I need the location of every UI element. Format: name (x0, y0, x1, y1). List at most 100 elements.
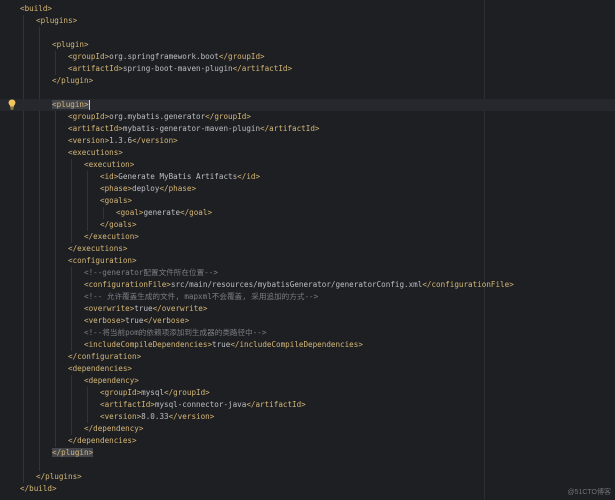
code-line[interactable]: <!--将当前pom的依赖项添加到生成器的类路径中--> (0, 327, 615, 339)
code-line[interactable]: <groupId>mysql</groupId> (0, 387, 615, 399)
code-line[interactable]: </dependency> (0, 423, 615, 435)
code-line[interactable]: <build> (0, 3, 615, 15)
code-line-content: </execution> (84, 231, 139, 243)
code-line[interactable]: <artifactId>mysql-connector-java</artifa… (0, 399, 615, 411)
code-line[interactable]: <verbose>true</verbose> (0, 315, 615, 327)
code-line-content: <executions> (68, 147, 123, 159)
code-line-content: <artifactId>mybatis-generator-maven-plug… (68, 123, 319, 135)
code-line[interactable]: </executions> (0, 243, 615, 255)
xml-comment: <!-- 允许覆盖生成的文件, mapxml不会覆盖, 采用追加的方式--> (84, 291, 319, 301)
code-line[interactable] (0, 27, 615, 39)
xml-tag: </groupId> (218, 51, 265, 61)
code-line-content: </dependencies> (68, 435, 137, 447)
code-line[interactable]: <phase>deploy</phase> (0, 183, 615, 195)
code-line-content: </dependency> (84, 423, 143, 435)
tag-value: spring-boot-maven-plugin (122, 63, 233, 73)
code-line[interactable]: <plugin> (0, 39, 615, 51)
tag-value: 8.0.33 (141, 411, 169, 421)
xml-tag: <verbose> (84, 315, 126, 325)
xml-tag: <overwrite> (84, 303, 135, 313)
code-line[interactable]: <includeCompileDependencies>true</includ… (0, 339, 615, 351)
code-line-content: </executions> (68, 243, 127, 255)
code-line[interactable]: </plugin> (0, 447, 615, 459)
xml-tag: <plugin> (52, 99, 89, 109)
code-line-content: <artifactId>mysql-connector-java</artifa… (100, 399, 306, 411)
code-line-content: </plugin> (52, 75, 93, 87)
tag-value: deploy (132, 183, 160, 193)
code-line[interactable]: <version>8.0.33</version> (0, 411, 615, 423)
xml-tag: </version> (168, 411, 215, 421)
code-line[interactable]: </execution> (0, 231, 615, 243)
xml-tag: <artifactId> (100, 399, 155, 409)
code-line[interactable]: </plugin> (0, 75, 615, 87)
tag-value: true (134, 303, 153, 313)
code-line[interactable]: <id>Generate MyBatis Artifacts</id> (0, 171, 615, 183)
code-line[interactable]: <dependencies> (0, 363, 615, 375)
xml-tag: <goal> (116, 207, 144, 217)
xml-tag: <version> (68, 135, 110, 145)
code-line[interactable]: </configuration> (0, 351, 615, 363)
xml-tag: </configuration> (68, 351, 142, 361)
code-line[interactable]: <configurationFile>src/main/resources/my… (0, 279, 615, 291)
code-line-content: </goals> (100, 219, 137, 231)
code-line[interactable]: </build> (0, 483, 615, 495)
code-line-content: <goal>generate</goal> (116, 207, 212, 219)
code-line[interactable] (0, 459, 615, 471)
tag-value: true (212, 339, 231, 349)
code-editor[interactable]: <build> <plugins> <plugin> <groupId>org.spr… (0, 0, 615, 500)
tag-value: mysql-connector-java (154, 399, 247, 409)
code-line[interactable]: </goals> (0, 219, 615, 231)
code-line[interactable]: <!--generator配置文件所在位置--> (0, 267, 615, 279)
xml-tag: <build> (20, 3, 53, 13)
tag-value: src/main/resources/mybatisGenerator/gene… (170, 279, 423, 289)
code-line[interactable]: <artifactId>mybatis-generator-maven-plug… (0, 123, 615, 135)
code-line-content: <id>Generate MyBatis Artifacts</id> (100, 171, 260, 183)
xml-tag: <phase> (100, 183, 133, 193)
text-caret (88, 99, 90, 110)
code-line[interactable]: </plugins> (0, 471, 615, 483)
code-line[interactable]: <!-- 允许覆盖生成的文件, mapxml不会覆盖, 采用追加的方式--> (0, 291, 615, 303)
tag-value: mysql (141, 387, 165, 397)
code-line-content: <!--generator配置文件所在位置--> (84, 267, 218, 279)
code-line-content: </plugins> (36, 471, 82, 483)
xml-tag: <artifactId> (68, 123, 123, 133)
code-line[interactable]: </dependencies> (0, 435, 615, 447)
code-line[interactable]: <goal>generate</goal> (0, 207, 615, 219)
xml-tag: <groupId> (68, 51, 110, 61)
tag-value: 1.3.6 (109, 135, 133, 145)
code-line[interactable]: <version>1.3.6</version> (0, 135, 615, 147)
code-line[interactable]: <configuration> (0, 255, 615, 267)
tag-value: generate (143, 207, 181, 217)
xml-tag: </groupId> (205, 111, 251, 121)
code-line[interactable]: <groupId>org.mybatis.generator</groupId> (0, 111, 615, 123)
xml-tag: </configurationFile> (422, 279, 514, 289)
code-line[interactable]: <groupId>org.springframework.boot</group… (0, 51, 615, 63)
code-line[interactable]: <goals> (0, 195, 615, 207)
watermark: @51CTO博客 (567, 489, 611, 496)
xml-tag: <dependencies> (68, 363, 133, 373)
xml-tag: <groupId> (100, 387, 142, 397)
code-line-content: <groupId>org.mybatis.generator</groupId> (68, 111, 251, 123)
tag-value: Generate MyBatis Artifacts (118, 171, 238, 181)
code-line[interactable] (0, 87, 615, 99)
code-line-content: </configuration> (68, 351, 141, 363)
tag-value: org.mybatis.generator (109, 111, 206, 121)
code-line[interactable]: <artifactId>spring-boot-maven-plugin</ar… (0, 63, 615, 75)
code-line-content: <version>8.0.33</version> (100, 411, 214, 423)
xml-tag: </goal> (180, 207, 213, 217)
xml-tag: </plugin> (52, 75, 94, 85)
lightbulb-icon[interactable] (8, 99, 16, 110)
code-line-content: <build> (20, 3, 52, 15)
code-line[interactable]: <plugin> (0, 98, 615, 111)
code-line[interactable]: <plugins> (0, 15, 615, 27)
code-line-content: <phase>deploy</phase> (100, 183, 196, 195)
xml-tag: </artifactId> (232, 63, 293, 73)
code-line[interactable]: <overwrite>true</overwrite> (0, 303, 615, 315)
xml-tag: </build> (20, 483, 57, 493)
xml-tag: </goals> (100, 219, 137, 229)
code-line[interactable]: <execution> (0, 159, 615, 171)
code-line[interactable]: <executions> (0, 147, 615, 159)
xml-tag: <includeCompileDependencies> (84, 339, 213, 349)
xml-tag: </execution> (84, 231, 139, 241)
code-line[interactable]: <dependency> (0, 375, 615, 387)
